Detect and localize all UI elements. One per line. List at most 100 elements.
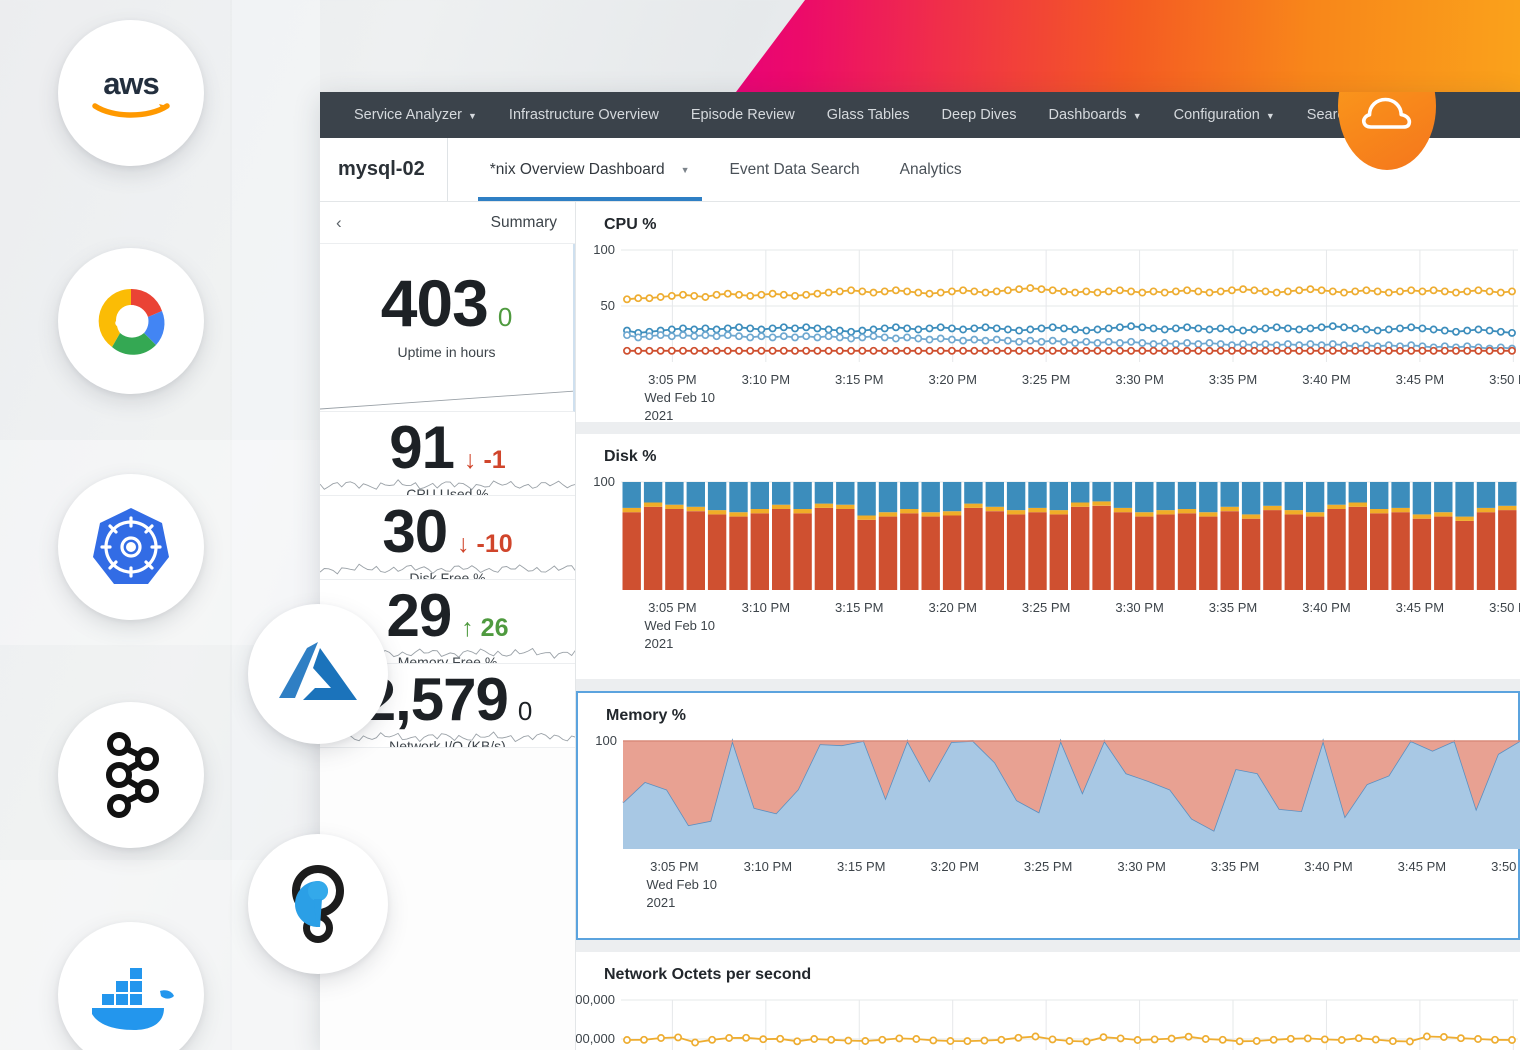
svg-text:100: 100 [593,242,615,257]
svg-text:3:45 PM: 3:45 PM [1396,600,1444,615]
svg-text:3:35 PM: 3:35 PM [1209,600,1257,615]
chart-plot-area: 501003:05 PM3:10 PM3:15 PM3:20 PM3:25 PM… [576,238,1520,422]
svg-text:3:40 PM: 3:40 PM [1302,372,1350,387]
svg-text:3:05 PM: 3:05 PM [648,372,696,387]
nav-item-label: Deep Dives [942,107,1017,123]
svg-text:3:50 PM: 3:50 PM [1491,859,1520,874]
nav-item-label: Infrastructure Overview [509,107,659,123]
svg-text:3:25 PM: 3:25 PM [1024,859,1072,874]
kubernetes-logo-icon [88,504,174,590]
nav-item-infrastructure-overview[interactable]: Infrastructure Overview [493,92,675,138]
svg-text:100: 100 [593,474,615,489]
host-name: mysql-02 [338,138,448,201]
svg-text:4,000,000: 4,000,000 [576,992,615,1007]
google-cloud-logo [58,248,204,394]
kafka-logo [58,702,204,848]
svg-text:3:35 PM: 3:35 PM [1211,859,1259,874]
svg-text:3:25 PM: 3:25 PM [1022,372,1070,387]
openstack-logo-icon [279,863,357,945]
summary-title: Summary [491,214,557,232]
google-cloud-logo-icon [86,283,176,359]
kpi-value-row: 4030 [320,270,573,336]
chevron-down-icon[interactable]: ▼ [681,165,690,175]
aws-logo: aws [58,20,204,166]
chart-title: Disk % [576,448,1520,466]
kpi-card[interactable]: 4030 Uptime in hours [320,244,575,412]
kpi-label: Uptime in hours [320,344,573,360]
kpi-card[interactable]: 91↓ -1CPU Used % [320,412,575,496]
tab-label: Analytics [900,161,962,179]
svg-text:3:10 PM: 3:10 PM [742,600,790,615]
chevron-down-icon: ▼ [468,112,477,121]
nav-item-label: Glass Tables [827,107,910,123]
chart-plot: 501003:05 PM3:10 PM3:15 PM3:20 PM3:25 PM… [576,238,1520,422]
svg-text:3:10 PM: 3:10 PM [742,372,790,387]
tab-label: Event Data Search [730,161,860,179]
chart-panel-cpu[interactable]: CPU %501003:05 PM3:10 PM3:15 PM3:20 PM3:… [576,202,1520,422]
svg-text:3:15 PM: 3:15 PM [835,372,883,387]
svg-text:3:15 PM: 3:15 PM [835,600,883,615]
svg-text:3:20 PM: 3:20 PM [928,600,976,615]
chevron-down-icon: ▼ [1266,112,1275,121]
chart-title: Memory % [578,707,1518,725]
app-window: Service Analyzer ▼ Infrastructure Overvi… [320,92,1520,1050]
nav-item-label: Service Analyzer [354,107,462,123]
azure-logo-icon [275,638,361,710]
chart-panel-network-octets-per-second[interactable]: Network Octets per second 2,000,000 4,000,… [576,952,1520,1050]
nav-item-episode-review[interactable]: Episode Review [675,92,811,138]
kpi-delta: 0 [498,304,512,330]
kpi-sparkline [320,469,575,495]
tab-nix-overview-dashboard[interactable]: *nix Overview Dashboard ▼ [470,138,710,201]
chart-panel-disk[interactable]: Disk % 100 3:05 PM 3:10 PM 3:15 PM 3:20 PM 3:2… [576,434,1520,679]
tab-list: *nix Overview Dashboard ▼ Event Data Sea… [470,138,982,201]
chevron-left-icon[interactable]: ‹ [336,213,342,233]
svg-text:3:40 PM: 3:40 PM [1304,859,1352,874]
svg-text:3:30 PM: 3:30 PM [1117,859,1165,874]
svg-text:3:30 PM: 3:30 PM [1115,372,1163,387]
tab-analytics[interactable]: Analytics [880,138,982,201]
svg-text:2021: 2021 [644,408,673,422]
svg-text:3:50 PM: 3:50 PM [1489,600,1520,615]
cloud-icon [1361,94,1413,134]
chart-panel-memory[interactable]: Memory % 100 3:05 PM 3:10 PM 3:15 PM 3:20 PM 3… [576,691,1520,940]
svg-text:3:10 PM: 3:10 PM [744,859,792,874]
chart-plot: 100 3:05 PM 3:10 PM 3:15 PM 3:20 PM 3:25 PM 3:… [578,729,1520,938]
openstack-logo [248,834,388,974]
nav-item-dashboards[interactable]: Dashboards ▼ [1033,92,1158,138]
kubernetes-logo [58,474,204,620]
svg-text:3:15 PM: 3:15 PM [837,859,885,874]
svg-text:2,000,000: 2,000,000 [576,1031,615,1046]
kpi-card[interactable]: 30↓ -10Disk Free % [320,496,575,580]
svg-text:50: 50 [601,298,615,313]
chart-plot: 2,000,000 4,000,000 [576,988,1520,1050]
svg-text:3:20 PM: 3:20 PM [930,859,978,874]
summary-header: ‹ Summary [320,202,575,244]
svg-text:3:35 PM: 3:35 PM [1209,372,1257,387]
kpi-sparkline [320,385,575,411]
chart-plot: 100 3:05 PM 3:10 PM 3:15 PM 3:20 PM 3:25 PM 3:… [576,470,1520,679]
svg-text:2021: 2021 [644,636,673,651]
svg-text:3:30 PM: 3:30 PM [1115,600,1163,615]
svg-text:Wed Feb 10: Wed Feb 10 [644,618,715,633]
chart-plot-area: 100 3:05 PM 3:10 PM 3:15 PM 3:20 PM 3:25 PM 3:… [578,729,1518,938]
main-navigation: Service Analyzer ▼ Infrastructure Overvi… [320,92,1520,138]
svg-text:3:50 PM: 3:50 PM [1489,372,1520,387]
svg-text:3:25 PM: 3:25 PM [1022,600,1070,615]
svg-text:3:40 PM: 3:40 PM [1302,600,1350,615]
svg-text:3:05 PM: 3:05 PM [648,600,696,615]
chart-title: CPU % [576,216,1520,234]
svg-text:100: 100 [595,733,617,748]
chart-title: Network Octets per second [576,966,1520,984]
dashboard-content: ‹ Summary 4030 Uptime in hours 91↓ -1CPU U… [320,202,1520,1050]
nav-item-glass-tables[interactable]: Glass Tables [811,92,926,138]
kafka-logo-icon [96,732,166,818]
tab-event-data-search[interactable]: Event Data Search [710,138,880,201]
nav-item-deep-dives[interactable]: Deep Dives [926,92,1033,138]
nav-item-configuration[interactable]: Configuration ▼ [1158,92,1291,138]
nav-item-service-analyzer[interactable]: Service Analyzer ▼ [338,92,493,138]
kpi-sparkline [320,553,575,579]
svg-text:3:05 PM: 3:05 PM [650,859,698,874]
svg-text:aws: aws [103,66,159,101]
chart-plot-area: 100 3:05 PM 3:10 PM 3:15 PM 3:20 PM 3:25 PM 3:… [576,470,1520,679]
dashboard-tabbar: mysql-02 *nix Overview Dashboard ▼ Event… [320,138,1520,202]
